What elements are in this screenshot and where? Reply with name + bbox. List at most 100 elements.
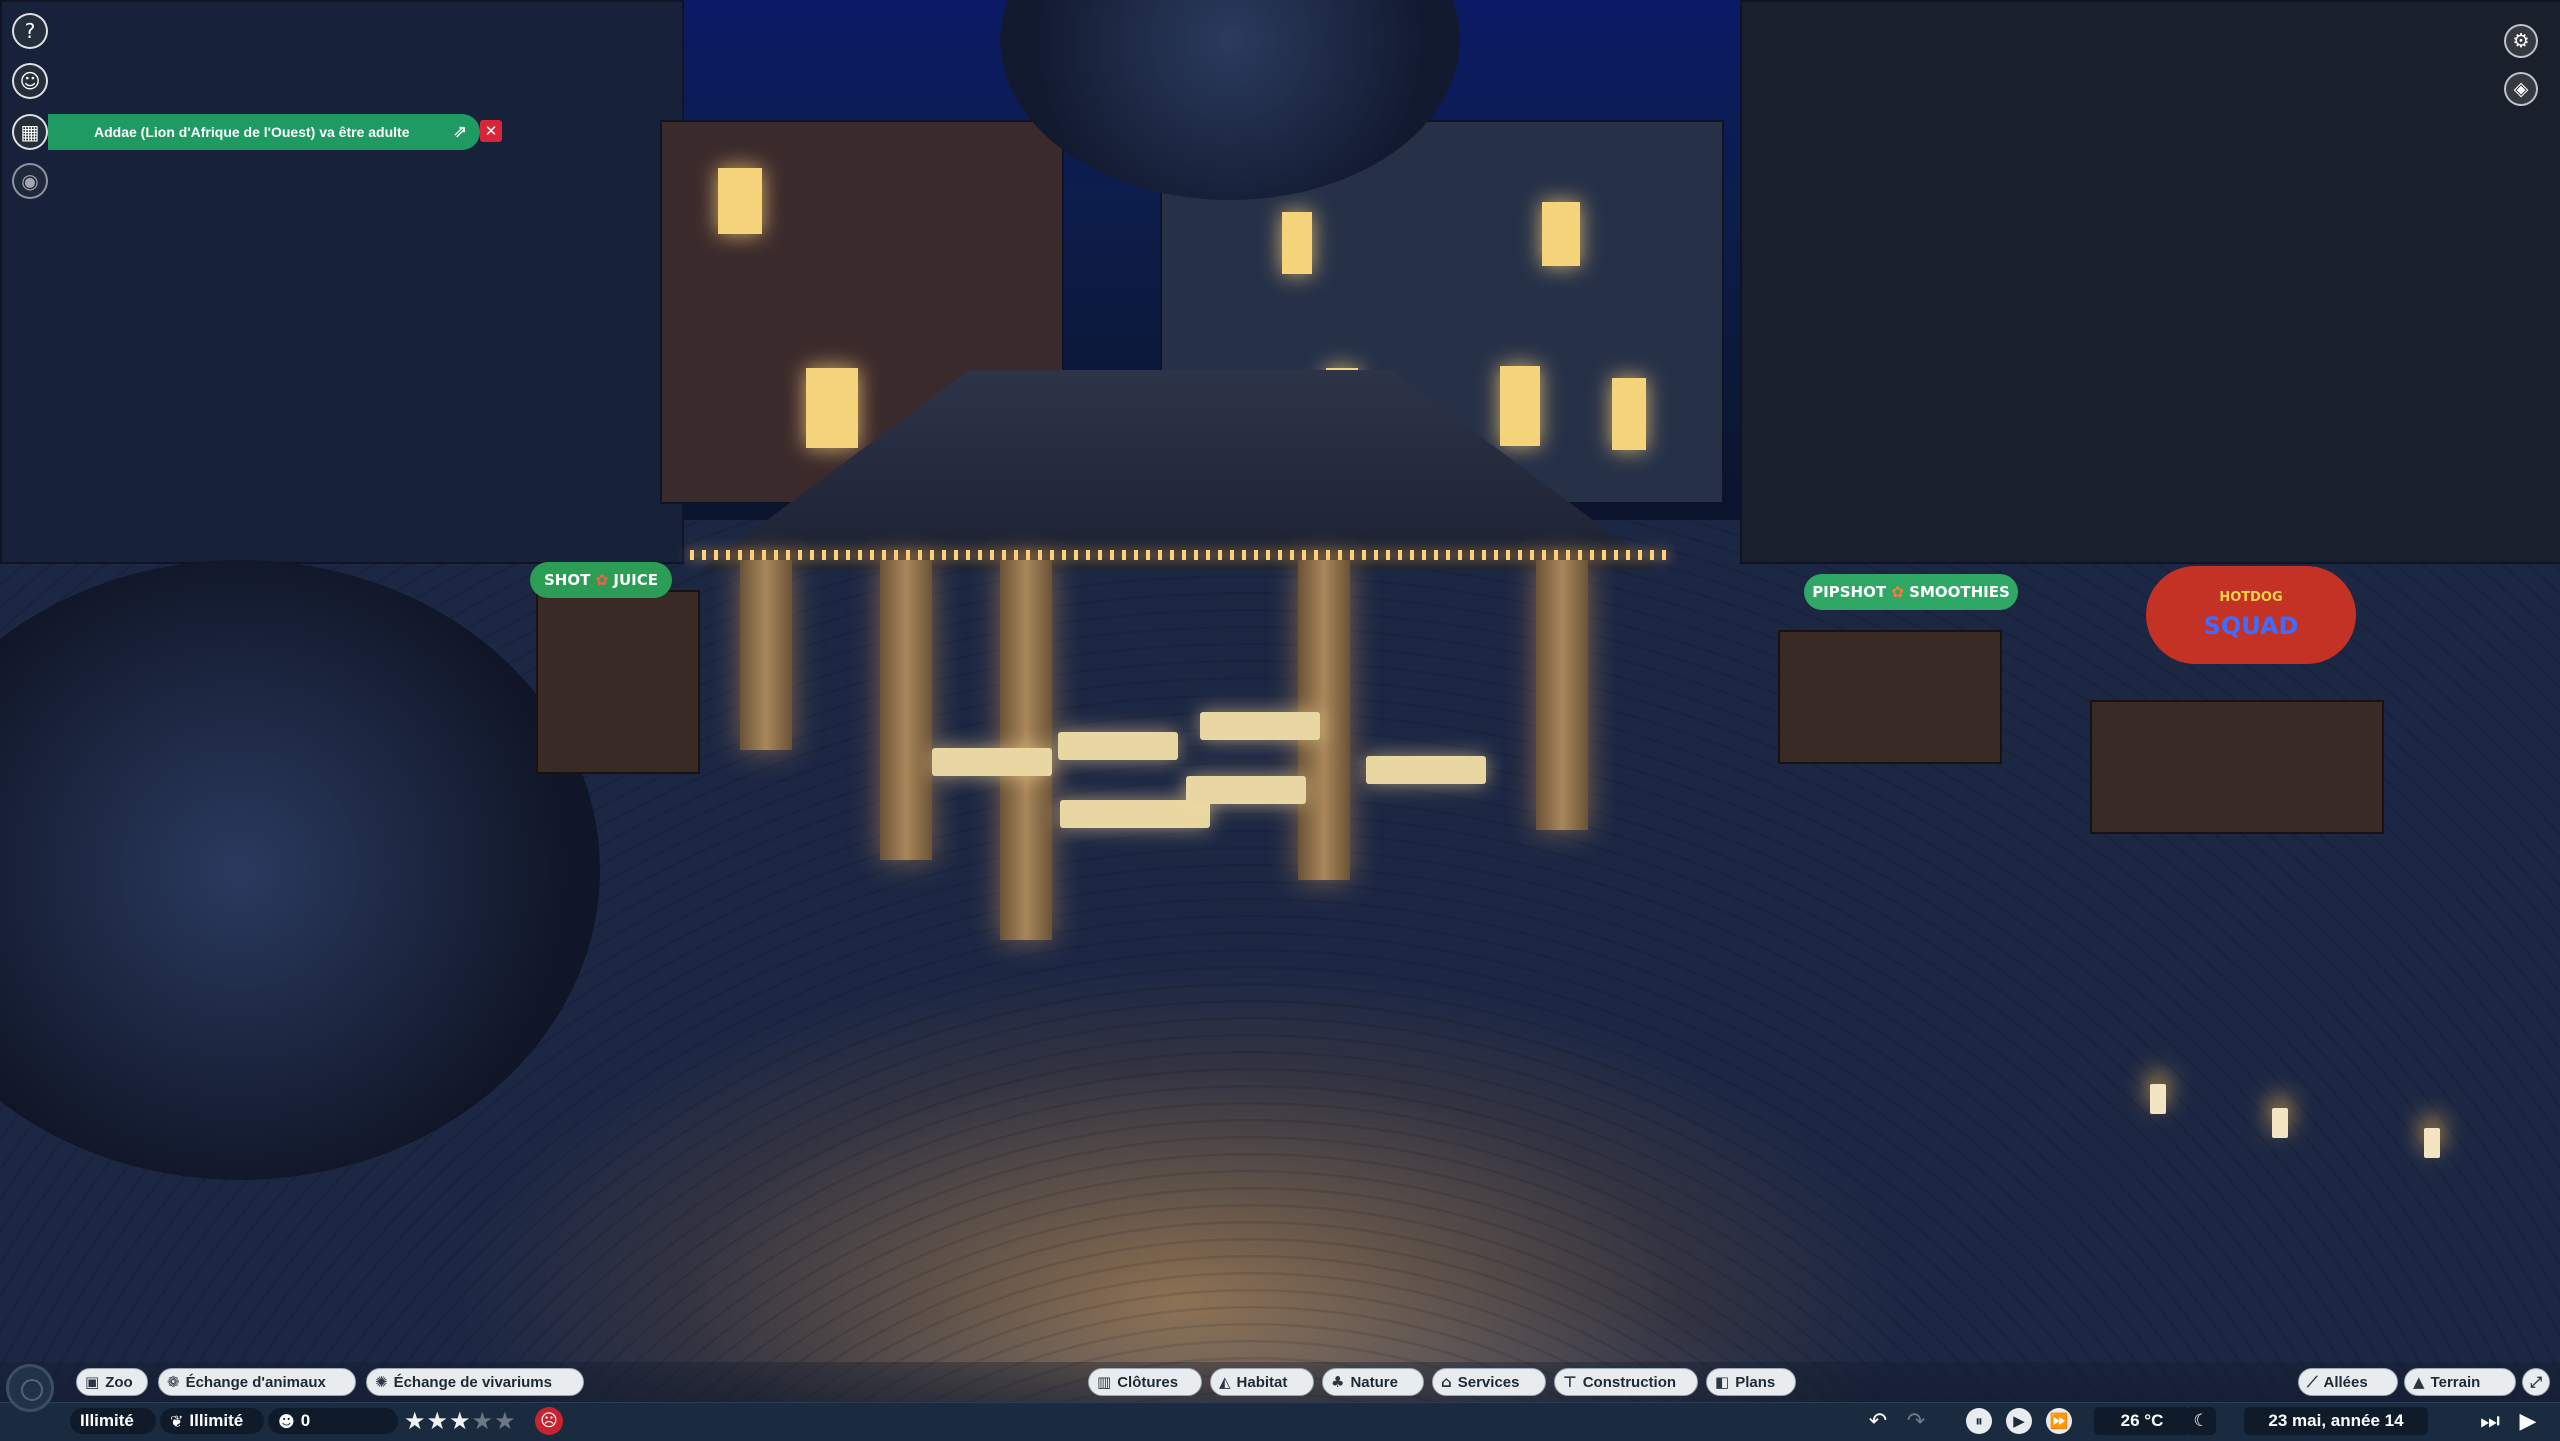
fairy-lights	[690, 550, 1670, 560]
services-label: Services	[1457, 1373, 1520, 1391]
picnic-table	[1200, 712, 1320, 740]
fences-label: Clôtures	[1117, 1373, 1179, 1391]
terrain-icon: ▲	[2413, 1373, 2425, 1391]
moon-icon: ☾	[2193, 1411, 2209, 1431]
money-display[interactable]: Illimité	[70, 1408, 156, 1434]
zoo-rating[interactable]: ★ ★ ★ ★ ★	[404, 1404, 517, 1438]
habitat-label: Habitat	[1236, 1373, 1288, 1391]
date-value: 23 mai, année 14	[2268, 1411, 2404, 1430]
terrain-button[interactable]: ▲ Terrain	[2404, 1368, 2516, 1396]
external-link-icon[interactable]: ⇗	[448, 120, 472, 144]
terrain-label: Terrain	[2430, 1373, 2481, 1391]
picnic-table	[1058, 732, 1178, 760]
star-empty-icon: ★	[471, 1407, 495, 1435]
blueprint-icon: ◧	[1715, 1373, 1730, 1391]
temperature-value: 26 °C	[2120, 1411, 2164, 1430]
candle	[2272, 1108, 2288, 1138]
next-time-icon[interactable]: ⏭	[2474, 1405, 2506, 1437]
undo-icon[interactable]: ↶	[1862, 1405, 1894, 1437]
guests-value: 0	[300, 1411, 311, 1430]
animal-exchange-label: Échange d'animaux	[185, 1373, 326, 1391]
calendar-icon[interactable]: ▦	[12, 114, 48, 150]
construction-icon: ⊤	[1563, 1373, 1577, 1391]
candle	[2150, 1084, 2166, 1114]
hotdog-stall	[2090, 700, 2384, 834]
nature-button[interactable]: ♣ Nature	[1322, 1368, 1424, 1396]
temperature-display: 26 °C	[2094, 1407, 2190, 1435]
zoo-button[interactable]: ▣ Zoo	[76, 1368, 148, 1396]
redo-icon[interactable]: ↷	[1900, 1405, 1932, 1437]
smoothie-sign-right: SMOOTHIES	[1909, 583, 2010, 601]
stone-pillar	[880, 560, 932, 860]
camera-icon[interactable]: ◈	[2504, 72, 2538, 106]
services-button[interactable]: ⌂ Services	[1432, 1368, 1546, 1396]
juice-sign-right: JUICE	[613, 571, 658, 589]
game-viewport[interactable]: SHOT ✿ JUICE PIPSHOT ✿ SMOOTHIES HOTDOG …	[0, 0, 2560, 1440]
guests-icon: ☻	[278, 1411, 295, 1431]
gear-icon[interactable]: ⚙	[2504, 24, 2538, 58]
star-filled-icon: ★	[404, 1407, 427, 1435]
lit-window	[1282, 212, 1312, 274]
picnic-table	[1366, 756, 1486, 784]
play-speed-icon[interactable]: ▶	[2512, 1405, 2544, 1437]
fence-icon: ▥	[1097, 1373, 1112, 1391]
juice-sign: SHOT ✿ JUICE	[530, 562, 672, 598]
lit-window	[1612, 378, 1646, 450]
date-display[interactable]: 23 mai, année 14	[2244, 1407, 2428, 1435]
paths-label: Allées	[2323, 1373, 2368, 1391]
stone-pillar	[1536, 560, 1588, 830]
nature-label: Nature	[1350, 1373, 1398, 1391]
hotdog-sign-bottom: SQUAD	[2203, 612, 2299, 640]
plans-button[interactable]: ◧ Plans	[1706, 1368, 1796, 1396]
hotdog-sign-top: HOTDOG	[2219, 590, 2283, 605]
habitat-icon: ◭	[1219, 1373, 1231, 1391]
picnic-table	[1060, 800, 1210, 828]
lit-window	[718, 168, 762, 234]
building-right	[1740, 0, 2560, 564]
zoo-icon: ▣	[85, 1373, 100, 1391]
picnic-table	[1186, 776, 1306, 804]
lit-window	[1500, 366, 1540, 446]
money-value: Illimité	[80, 1411, 134, 1430]
juice-stall	[536, 590, 700, 774]
habitat-button[interactable]: ◭ Habitat	[1210, 1368, 1314, 1396]
plans-label: Plans	[1735, 1373, 1776, 1391]
construction-label: Construction	[1582, 1373, 1677, 1391]
pause-icon[interactable]: ⏸	[1966, 1408, 1992, 1434]
leaf-icon: ❦	[170, 1411, 184, 1431]
vivarium-exchange-button[interactable]: ✺ Échange de vivariums	[366, 1368, 584, 1396]
animal-exchange-button[interactable]: ❁ Échange d'animaux	[158, 1368, 356, 1396]
fences-button[interactable]: ▥ Clôtures	[1088, 1368, 1202, 1396]
research-value: Illimité	[189, 1411, 244, 1430]
shop-icon: ⌂	[1441, 1373, 1452, 1391]
picnic-table	[932, 748, 1052, 776]
play-icon[interactable]: ▶	[2006, 1408, 2032, 1434]
paw-icon: ❁	[167, 1373, 180, 1391]
help-icon[interactable]: ?	[12, 13, 48, 49]
research-display[interactable]: ❦ Illimité	[160, 1408, 264, 1434]
expand-toolbar-button[interactable]: ⤢	[2522, 1368, 2550, 1396]
paths-button[interactable]: ⟋ Allées	[2298, 1368, 2398, 1396]
tree-icon: ♣	[1331, 1373, 1345, 1391]
star-filled-icon: ★	[449, 1407, 472, 1435]
guests-display[interactable]: ☻ 0	[268, 1408, 398, 1434]
bug-icon: ✺	[375, 1373, 388, 1391]
fast-forward-icon[interactable]: ⏩	[2046, 1408, 2072, 1434]
main-menu-button[interactable]	[6, 1364, 54, 1412]
close-icon[interactable]: ✕	[480, 120, 502, 142]
smoothie-stall	[1778, 630, 2002, 764]
expand-icon: ⤢	[2529, 1373, 2542, 1391]
sad-face-icon[interactable]: ☹	[535, 1407, 563, 1435]
juice-sign-left: SHOT	[544, 571, 591, 589]
zoopedia-icon[interactable]: ☺	[12, 63, 48, 99]
notification-text: Addae (Lion d'Afrique de l'Ouest) va êtr…	[94, 124, 410, 140]
smoothie-sign: PIPSHOT ✿ SMOOTHIES	[1804, 574, 2018, 610]
weather-display: ☾	[2186, 1407, 2216, 1435]
stone-pillar	[740, 560, 792, 750]
eye-icon[interactable]: ◉	[12, 163, 48, 199]
construction-button[interactable]: ⊤ Construction	[1554, 1368, 1698, 1396]
notification-banner[interactable]: Addae (Lion d'Afrique de l'Ouest) va êtr…	[48, 114, 480, 150]
zoo-label: Zoo	[105, 1373, 133, 1391]
star-empty-icon: ★	[494, 1407, 517, 1435]
vivarium-exchange-label: Échange de vivariums	[393, 1373, 552, 1391]
